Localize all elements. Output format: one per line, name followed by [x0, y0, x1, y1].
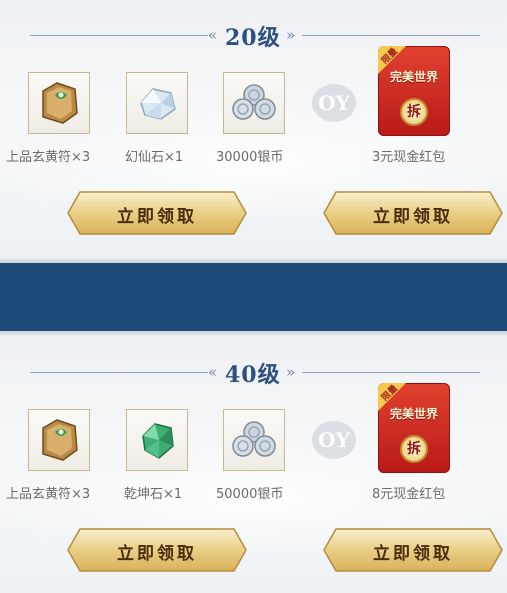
or-badge-icon: OY	[312, 421, 356, 459]
svg-text:OY: OY	[318, 428, 350, 452]
ornament-right-icon: »	[286, 363, 296, 381]
talisman-icon	[42, 419, 78, 461]
talisman-icon	[42, 82, 78, 124]
red-packet[interactable]: 限量 完美世界 拆	[378, 383, 450, 473]
red-packet-label: 3元现金红包	[372, 150, 446, 165]
reward-label: 乾坤石×1	[124, 487, 183, 502]
reward-label: 上品玄黄符×3	[6, 487, 91, 502]
reward-item-talisman[interactable]	[28, 409, 90, 471]
red-packet-brand: 完美世界	[389, 407, 438, 421]
header-line-left	[30, 372, 208, 373]
silver-coins-icon	[232, 421, 276, 457]
header-line-right	[302, 372, 480, 373]
claim-button[interactable]: 立即领取	[66, 527, 248, 573]
claim-button-label: 立即领取	[117, 544, 197, 564]
header-line-left	[30, 35, 208, 36]
claim-button-label: 立即领取	[117, 207, 197, 227]
reward-item-silver-coins[interactable]	[223, 409, 285, 471]
reward-label: 上品玄黄符×3	[6, 150, 91, 165]
reward-label: 幻仙石×1	[125, 150, 184, 165]
reward-item-crystal[interactable]	[126, 72, 188, 134]
claim-button[interactable]: 立即领取	[66, 190, 248, 236]
header-line-right	[302, 35, 480, 36]
level-title: 40级	[225, 362, 281, 388]
red-packet[interactable]: 限量 完美世界 拆	[378, 46, 450, 136]
ornament-left-icon: «	[208, 26, 218, 44]
open-seal-icon: 拆	[400, 98, 428, 126]
red-packet-brand: 完美世界	[389, 70, 438, 84]
reward-item-silver-coins[interactable]	[223, 72, 285, 134]
reward-item-jade-stone[interactable]	[126, 409, 188, 471]
reward-label: 30000银币	[216, 150, 284, 165]
reward-section-level-40: « 40级 » 上品玄黄符×3 乾坤石×1 50000银币 OY 限量 完美世界…	[0, 337, 507, 593]
divider-band	[0, 257, 507, 337]
claim-button[interactable]: 立即领取	[322, 527, 504, 573]
reward-section-level-20: « 20级 » 上品玄黄符×3 幻仙石×1 30000银币 OY 限量 完美世界…	[0, 0, 507, 257]
red-packet-label: 8元现金红包	[372, 487, 446, 502]
or-badge-icon: OY	[312, 84, 356, 122]
jade-stone-icon	[142, 423, 174, 459]
svg-text:OY: OY	[318, 91, 350, 115]
claim-button[interactable]: 立即领取	[322, 190, 504, 236]
level-title: 20级	[225, 25, 281, 51]
ornament-left-icon: «	[208, 363, 218, 381]
reward-item-talisman[interactable]	[28, 72, 90, 134]
ornament-right-icon: »	[286, 26, 296, 44]
reward-label: 50000银币	[216, 487, 284, 502]
crystal-icon	[140, 88, 176, 120]
silver-coins-icon	[232, 84, 276, 120]
open-seal-icon: 拆	[400, 435, 428, 463]
claim-button-label: 立即领取	[373, 544, 453, 564]
claim-button-label: 立即领取	[373, 207, 453, 227]
